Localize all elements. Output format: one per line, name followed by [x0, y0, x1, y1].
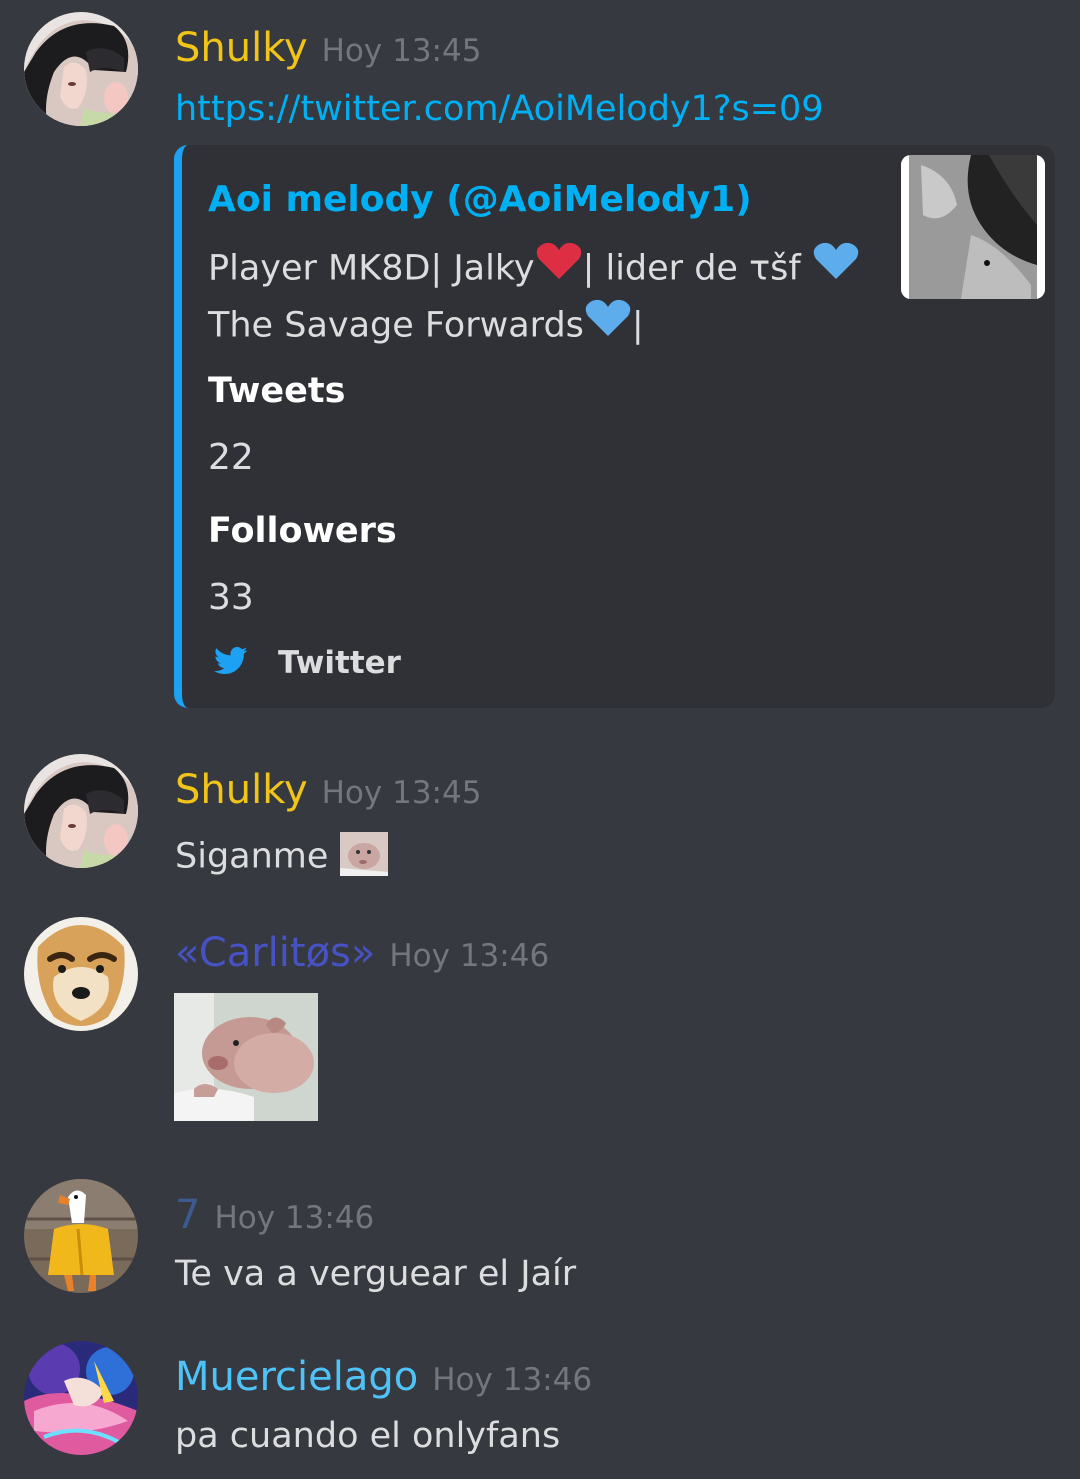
- goose-in-yellow-shirt-avatar[interactable]: [24, 1179, 138, 1293]
- embed-author[interactable]: Aoi melody (@AoiMelody1): [208, 179, 752, 220]
- timestamp: Hoy 13:46: [432, 1362, 593, 1398]
- message-text: Siganme: [175, 832, 388, 883]
- twitter-bird-icon: [214, 646, 248, 680]
- field-value-followers: 33: [208, 577, 254, 618]
- baby-wombat-image[interactable]: [174, 993, 318, 1121]
- anime-girl-avatar[interactable]: [24, 12, 138, 126]
- message-header: 7 Hoy 13:46: [175, 1195, 374, 1235]
- username[interactable]: 7: [175, 1192, 200, 1238]
- username[interactable]: Muercielago: [175, 1354, 418, 1400]
- twitter-link[interactable]: https://twitter.com/AoiMelody1?s=09: [175, 89, 824, 129]
- embed-footer: Twitter: [214, 643, 401, 683]
- message-header: Muercielago Hoy 13:46: [175, 1357, 592, 1397]
- timestamp: Hoy 13:46: [389, 938, 550, 974]
- timestamp: Hoy 13:46: [214, 1200, 375, 1236]
- embed-footer-text: Twitter: [278, 645, 401, 681]
- description-text-2b: |: [631, 305, 644, 346]
- username[interactable]: Shulky: [175, 767, 308, 813]
- wombat-emoji[interactable]: [339, 832, 388, 883]
- message-header: Shulky Hoy 13:45: [175, 28, 481, 68]
- message-body: Siganme: [175, 836, 329, 877]
- message-header: Shulky Hoy 13:45: [175, 770, 481, 810]
- message-body: Te va a verguear el Jaír: [175, 1254, 577, 1294]
- message-text: pa cuando el onlyfans: [175, 1419, 560, 1454]
- twitter-embed: Aoi melody (@AoiMelody1) Player MK8D| Ja…: [174, 145, 1055, 708]
- username[interactable]: «Carlitøs»: [175, 930, 375, 976]
- blue-heart-icon: [812, 241, 860, 298]
- timestamp: Hoy 13:45: [321, 775, 482, 811]
- red-heart-icon: [535, 241, 583, 298]
- colorful-anime-avatar[interactable]: [24, 1341, 138, 1455]
- anime-girl-avatar[interactable]: [24, 754, 138, 868]
- username[interactable]: Shulky: [175, 25, 308, 71]
- message-body: pa cuando el onlyfans: [175, 1416, 561, 1456]
- message-link: https://twitter.com/AoiMelody1?s=09: [175, 92, 824, 127]
- message-header: «Carlitøs» Hoy 13:46: [175, 933, 549, 973]
- timestamp: Hoy 13:45: [321, 33, 482, 69]
- profile-thumbnail[interactable]: [901, 155, 1045, 299]
- embed-description: Player MK8D| Jalky | lider de τšf The Sav…: [208, 241, 888, 355]
- message-text: Te va a verguear el Jaír: [175, 1257, 576, 1292]
- dog-with-eyebrows-avatar[interactable]: [24, 917, 138, 1031]
- description-text-1a: Player MK8D| Jalky: [208, 248, 535, 289]
- field-name-tweets: Tweets: [208, 371, 346, 411]
- description-text-2a: The Savage Forwards: [208, 305, 584, 346]
- field-value-tweets: 22: [208, 437, 254, 478]
- field-name-followers: Followers: [208, 511, 397, 551]
- description-text-1b: | lider de τšf: [582, 248, 801, 289]
- blue-heart-icon: [584, 298, 632, 355]
